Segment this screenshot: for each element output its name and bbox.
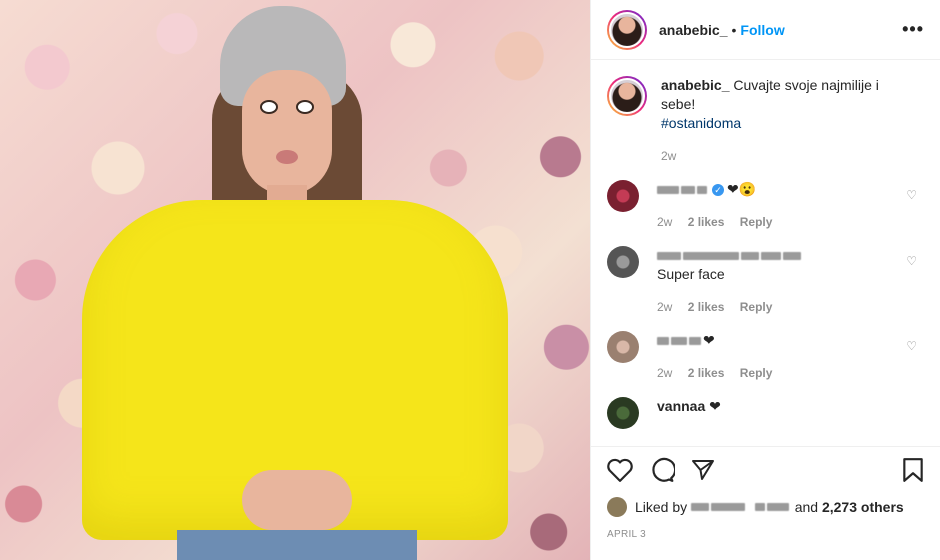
paper-plane-icon[interactable]: [691, 458, 715, 487]
post-date[interactable]: APRIL 3: [607, 529, 925, 540]
comment-item: vannaa ❤: [607, 397, 925, 429]
comment-reply-button[interactable]: Reply: [740, 300, 773, 314]
likes-count[interactable]: 2,273 others: [822, 499, 904, 515]
comment-likes[interactable]: 2 likes: [688, 366, 725, 380]
comments-list[interactable]: anabebic_ Cuvajte svoje najmilije i sebe…: [591, 60, 940, 446]
comment-meta: 2w 2 likes Reply: [657, 298, 887, 317]
action-icons-row: [607, 457, 925, 487]
photo-eye-left: [260, 100, 278, 114]
photo-eye-right: [296, 100, 314, 114]
photo-subject: [82, 0, 508, 560]
comment-item: Super face 2w 2 likes Reply ♡: [607, 246, 925, 317]
comment-username[interactable]: [657, 246, 803, 265]
photo-jeans: [177, 530, 417, 560]
comment-likes[interactable]: 2 likes: [688, 300, 725, 314]
comment-avatar[interactable]: [607, 397, 639, 429]
comment-icon[interactable]: [649, 457, 677, 488]
comment-reply-button[interactable]: Reply: [740, 215, 773, 229]
comment-avatar[interactable]: [607, 180, 639, 212]
comment-like-heart-icon[interactable]: ♡: [906, 254, 917, 268]
comment-text: ❤: [709, 398, 721, 414]
caption-username[interactable]: anabebic_: [661, 77, 729, 93]
comment-item: ✓ ❤😮 2w 2 likes Reply ♡: [607, 180, 925, 232]
photo-face: [242, 70, 332, 195]
caption-hashtag[interactable]: #ostanidoma: [661, 114, 911, 133]
follow-button[interactable]: Follow: [740, 22, 784, 38]
comment-avatar[interactable]: [607, 331, 639, 363]
heart-icon[interactable]: [607, 458, 633, 487]
comment-reply-button[interactable]: Reply: [740, 366, 773, 380]
comment-text: ❤: [703, 332, 715, 348]
caption-time: 2w: [661, 149, 677, 163]
comment-time: 2w: [657, 366, 673, 380]
comment-username[interactable]: [657, 331, 703, 350]
verified-badge-icon: ✓: [712, 184, 724, 197]
post-actions: Liked by and 2,273 others APRIL 3: [591, 446, 940, 560]
comment-avatar[interactable]: [607, 246, 639, 278]
header-separator: •: [731, 21, 737, 38]
comment-likes[interactable]: 2 likes: [688, 215, 725, 229]
photo-mouth: [276, 150, 298, 164]
caption-avatar[interactable]: [607, 76, 647, 116]
liked-by-avatar[interactable]: [607, 497, 627, 517]
photo-hands: [242, 470, 352, 530]
comment-meta: 2w 2 likes Reply: [657, 364, 887, 383]
post-photo[interactable]: [0, 0, 590, 560]
more-options-icon[interactable]: •••: [902, 19, 924, 40]
comment-like-heart-icon[interactable]: ♡: [906, 188, 917, 202]
comment-time: 2w: [657, 215, 673, 229]
author-username[interactable]: anabebic_: [659, 22, 727, 38]
liked-by-prefix: Liked by: [635, 499, 688, 515]
bookmark-icon[interactable]: [901, 457, 925, 488]
liked-by-and: and: [794, 499, 819, 515]
caption: anabebic_ Cuvajte svoje najmilije i sebe…: [607, 76, 925, 166]
comment-username[interactable]: vannaa: [657, 397, 705, 416]
comment-text: ❤😮: [727, 181, 757, 197]
author-avatar[interactable]: [607, 9, 647, 50]
comment-time: 2w: [657, 300, 673, 314]
comment-meta: 2w 2 likes Reply: [657, 213, 887, 232]
comment-item: ❤ 2w 2 likes Reply ♡: [607, 331, 925, 383]
post-header: anabebic_ • Follow •••: [591, 0, 940, 60]
comment-username[interactable]: [657, 180, 709, 199]
liked-by-row: Liked by and 2,273 others: [607, 497, 925, 517]
comment-text: Super face: [657, 266, 725, 282]
comment-like-heart-icon[interactable]: ♡: [906, 339, 917, 353]
post-side-panel: anabebic_ • Follow ••• anabebic_ Cuvajte…: [590, 0, 940, 560]
